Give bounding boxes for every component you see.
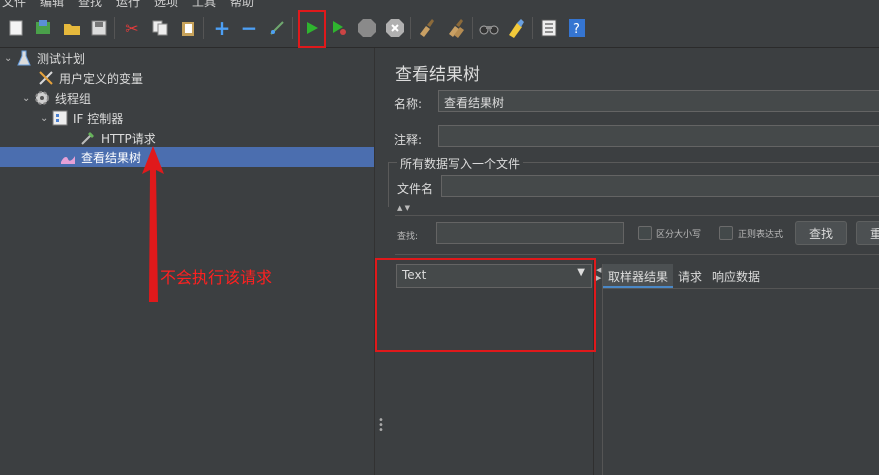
chevron-down-icon[interactable]: ⌄ bbox=[4, 53, 16, 64]
renderer-highlight bbox=[375, 258, 596, 352]
toolbar-separator bbox=[532, 17, 533, 39]
filename-field[interactable] bbox=[441, 175, 879, 197]
toolbar-separator bbox=[410, 17, 411, 39]
tab-sampler-result[interactable]: 取样器结果 bbox=[603, 264, 674, 288]
section-divider bbox=[395, 254, 879, 255]
function-helper-icon[interactable] bbox=[538, 17, 560, 39]
menu-tools[interactable]: 工具 bbox=[192, 0, 216, 9]
svg-text:?: ? bbox=[573, 22, 580, 37]
toggle-icon[interactable] bbox=[266, 17, 288, 39]
regex-label: 正则表达式 bbox=[738, 230, 784, 240]
cut-icon[interactable]: ✂ bbox=[121, 17, 143, 39]
templates-icon[interactable] bbox=[32, 17, 54, 39]
reset-button[interactable]: 重 bbox=[856, 221, 879, 245]
split-arrows-icon[interactable]: ▲ ▼ bbox=[397, 204, 410, 212]
menu-options[interactable]: 选项 bbox=[154, 0, 178, 9]
section-divider bbox=[395, 215, 879, 216]
case-sensitive-label: 区分大小写 bbox=[656, 230, 702, 240]
save-icon[interactable] bbox=[88, 17, 110, 39]
tree-item-test-plan[interactable]: ⌄ 测试计划 bbox=[4, 48, 85, 68]
test-plan-tree: ⌄ 测试计划 用户定义的变量 ⌄ 线程组 ⌄ IF 控制器 HTTP请求 查看结… bbox=[0, 48, 374, 475]
open-icon[interactable] bbox=[61, 17, 83, 39]
menu-run[interactable]: 运行 bbox=[116, 0, 140, 9]
copy-icon[interactable] bbox=[149, 17, 171, 39]
chevron-down-icon[interactable]: ⌄ bbox=[40, 113, 52, 124]
tab-content-border bbox=[603, 288, 879, 289]
search-field[interactable] bbox=[436, 222, 624, 244]
reset-search-icon[interactable] bbox=[505, 17, 527, 39]
menu-edit[interactable]: 编辑 bbox=[40, 0, 64, 9]
toolbar-separator bbox=[292, 17, 293, 39]
toolbar: ✂ + − ? bbox=[0, 9, 879, 48]
tab-content-left-border bbox=[602, 264, 603, 475]
file-section-title: 所有数据写入一个文件 bbox=[397, 155, 524, 172]
chevron-down-icon[interactable]: ⌄ bbox=[22, 93, 34, 104]
new-icon[interactable] bbox=[5, 17, 27, 39]
tree-item-label: 查看结果树 bbox=[81, 150, 142, 165]
tree-item-thread-group[interactable]: ⌄ 线程组 bbox=[22, 88, 91, 108]
toolbar-separator bbox=[203, 17, 204, 39]
tree-item-label: IF 控制器 bbox=[73, 111, 124, 126]
expand-icon[interactable]: + bbox=[211, 16, 233, 40]
thread-group-icon bbox=[34, 90, 50, 106]
tree-item-label: 用户定义的变量 bbox=[59, 71, 144, 86]
menu-help[interactable]: 帮助 bbox=[230, 0, 254, 9]
comment-label: 注释: bbox=[394, 133, 423, 147]
clear-all-icon[interactable] bbox=[445, 17, 467, 39]
name-field[interactable]: 查看结果树 bbox=[438, 90, 879, 112]
regex-checkbox[interactable] bbox=[719, 226, 733, 240]
comment-field[interactable] bbox=[438, 125, 879, 147]
stop-icon[interactable] bbox=[356, 17, 378, 39]
result-tabs: 取样器结果 请求 响应数据 bbox=[603, 264, 765, 288]
paste-icon[interactable] bbox=[177, 17, 199, 39]
name-label: 名称: bbox=[394, 97, 423, 111]
help-icon[interactable]: ? bbox=[566, 17, 588, 39]
annotation-text: 不会执行该请求 bbox=[160, 268, 273, 287]
menu-search[interactable]: 查找 bbox=[78, 0, 102, 9]
collapse-icon[interactable]: − bbox=[238, 16, 260, 40]
menu-file[interactable]: 文件 bbox=[2, 0, 26, 9]
case-sensitive-checkbox[interactable] bbox=[638, 226, 652, 240]
tree-item-if-controller[interactable]: ⌄ IF 控制器 bbox=[40, 108, 123, 128]
tree-item-user-variables[interactable]: 用户定义的变量 bbox=[38, 68, 143, 88]
start-no-pause-icon[interactable] bbox=[328, 17, 350, 39]
drag-handle-icon[interactable]: • • • bbox=[378, 416, 384, 436]
split-arrows-icon[interactable]: ◀ ▶ bbox=[596, 266, 601, 282]
test-plan-icon bbox=[16, 50, 32, 66]
tree-item-label: 测试计划 bbox=[37, 51, 86, 66]
clear-icon[interactable] bbox=[416, 17, 438, 39]
toolbar-separator bbox=[114, 17, 115, 39]
menu-bar: 文件 编辑 查找 运行 选项 工具 帮助 bbox=[0, 0, 879, 9]
start-button-highlight bbox=[298, 10, 326, 48]
http-request-icon bbox=[80, 130, 96, 146]
tree-item-view-results-tree[interactable]: 查看结果树 bbox=[0, 147, 374, 167]
if-controller-icon bbox=[52, 110, 68, 126]
panel-title: 查看结果树 bbox=[395, 65, 480, 85]
filename-label: 文件名 bbox=[397, 182, 434, 196]
results-tree-icon bbox=[60, 149, 76, 165]
user-variables-icon bbox=[38, 70, 54, 86]
shutdown-icon[interactable] bbox=[384, 17, 406, 39]
tab-response-data[interactable]: 响应数据 bbox=[707, 264, 765, 288]
toolbar-separator bbox=[472, 17, 473, 39]
tab-request[interactable]: 请求 bbox=[673, 264, 707, 288]
tree-item-label: 线程组 bbox=[55, 91, 92, 106]
find-button[interactable]: 查找 bbox=[795, 221, 847, 245]
search-icon[interactable] bbox=[478, 17, 500, 39]
search-label: 查找: bbox=[397, 232, 419, 242]
